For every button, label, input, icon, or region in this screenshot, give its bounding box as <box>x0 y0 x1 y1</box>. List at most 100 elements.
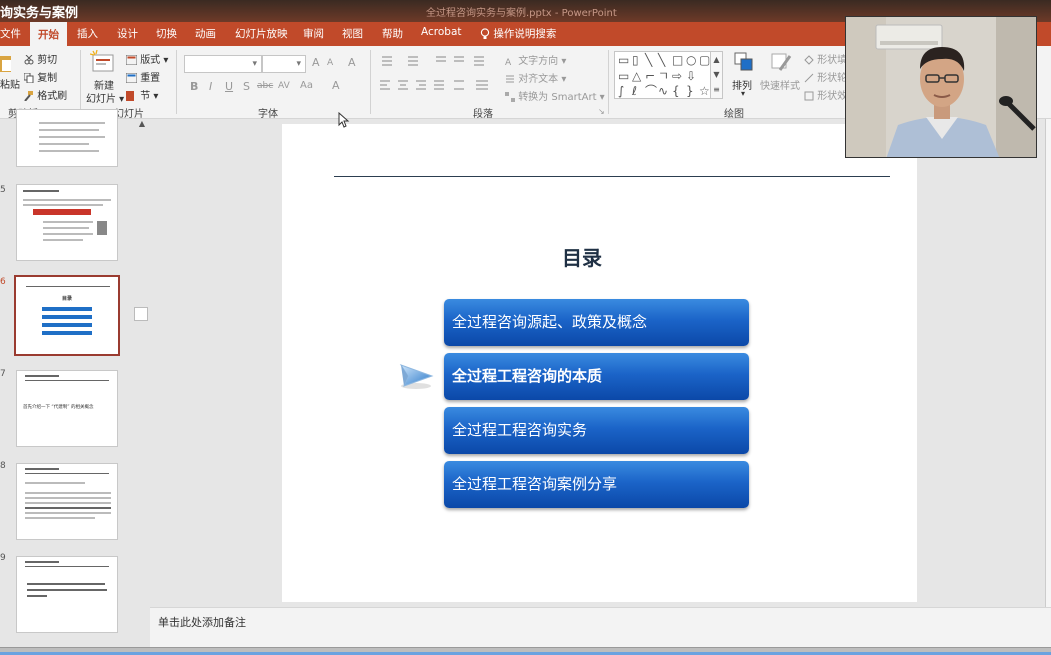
thumb-text: 首先介绍一下 “代建制” 的相关概念 <box>23 405 94 410</box>
font-color-button[interactable]: A <box>332 79 340 92</box>
slide-thumbnail[interactable] <box>16 109 118 167</box>
textbox-shape-icon[interactable]: ▭ <box>618 54 629 66</box>
tab-view[interactable]: 视图 <box>342 26 363 41</box>
toc-item-1[interactable]: 全过程咨询源起、政策及概念 <box>444 299 749 346</box>
thumb-text-line <box>25 517 95 519</box>
scroll-thumb[interactable] <box>134 307 148 321</box>
elbow-shape-icon[interactable]: ㄱ <box>658 70 669 82</box>
slide-thumbnail-active[interactable]: 目录 <box>14 275 120 356</box>
line2-shape-icon[interactable]: ╲ <box>658 54 665 66</box>
bold-button[interactable]: B <box>190 80 198 93</box>
shapes-gallery[interactable]: ▭ ▯ ╲ ╲ □ ○ ▢ ▭ △ ⌐ ㄱ ⇨ ⇩ ∫ ℓ ⌒ ∿ { } ☆ <box>614 51 714 99</box>
current-slide[interactable]: 目录 全过程咨询源起、政策及概念 全过程工程咨询的本质 全过程工程咨询实务 全过… <box>282 124 917 602</box>
brace-right-shape-icon[interactable]: } <box>686 85 694 97</box>
paste-button[interactable]: 粘贴 <box>0 76 20 91</box>
curve-shape-icon[interactable]: ∫ <box>618 85 624 97</box>
paragraph-launcher-icon[interactable]: ↘ <box>598 107 605 116</box>
format-painter-button[interactable]: 格式刷 <box>24 87 67 102</box>
cut-label: 剪切 <box>37 55 58 66</box>
shrink-font-button[interactable]: A <box>327 58 333 68</box>
arc-shape-icon[interactable]: ⌒ <box>645 85 657 97</box>
brush-icon <box>24 91 33 101</box>
tab-slideshow[interactable]: 幻灯片放映 <box>235 26 288 41</box>
cut-button[interactable]: 剪切 <box>24 51 57 66</box>
font-size-dropdown[interactable]: ▾ <box>262 55 306 73</box>
shadow-button[interactable]: S <box>243 80 250 93</box>
tab-transitions[interactable]: 切换 <box>156 26 177 41</box>
underline-button[interactable]: U <box>225 80 233 93</box>
slide-thumbnail[interactable] <box>16 556 118 633</box>
tell-me-search[interactable]: 操作说明搜索 <box>480 26 556 41</box>
arrow-down-shape-icon[interactable]: ⇩ <box>686 70 696 82</box>
shape-fill-button[interactable]: 形状填 <box>804 51 847 66</box>
tab-animations[interactable]: 动画 <box>195 26 216 41</box>
reset-button[interactable]: 重置 <box>126 69 160 84</box>
tab-review[interactable]: 审阅 <box>303 26 324 41</box>
vertical-textbox-shape-icon[interactable]: ▯ <box>632 54 639 66</box>
rounded-rect-shape-icon[interactable]: ▢ <box>699 54 710 66</box>
thumb-text-line <box>39 129 99 131</box>
star-shape-icon[interactable]: ☆ <box>699 85 710 97</box>
quick-styles-button[interactable]: 快速样式 <box>760 77 800 92</box>
tab-insert[interactable]: 插入 <box>77 26 98 41</box>
tab-file[interactable]: 文件 <box>0 26 21 41</box>
arrow-right-shape-icon[interactable]: ⇨ <box>672 70 682 82</box>
presenter-video-image <box>846 17 1036 157</box>
char-spacing-button[interactable]: AV <box>278 81 290 91</box>
tab-acrobat[interactable]: Acrobat <box>421 26 462 38</box>
freeform-shape-icon[interactable]: ℓ <box>632 85 637 97</box>
lightbulb-icon <box>480 28 490 39</box>
slide-thumbnail[interactable] <box>16 184 118 261</box>
list-buttons-icon[interactable] <box>378 54 488 70</box>
triangle-shape-icon[interactable]: △ <box>632 70 641 82</box>
toc-item-4[interactable]: 全过程工程咨询案例分享 <box>444 461 749 508</box>
line-shape-icon[interactable]: ╲ <box>645 54 652 66</box>
wave-shape-icon[interactable]: ∿ <box>658 85 668 97</box>
copy-button[interactable]: 复制 <box>24 69 57 84</box>
shape-outline-button[interactable]: 形状轮 <box>804 69 847 84</box>
thumb-item-bar <box>42 323 92 327</box>
new-slide-label[interactable]: 幻灯片 ▾ <box>86 90 124 105</box>
italic-button[interactable]: I <box>209 80 212 93</box>
toc-item-3[interactable]: 全过程工程咨询实务 <box>444 407 749 454</box>
section-button[interactable]: 节 ▾ <box>126 87 158 102</box>
layout-label: 版式 <box>140 55 161 66</box>
corner-shape-icon[interactable]: ⌐ <box>645 70 655 82</box>
brace-left-shape-icon[interactable]: { <box>672 85 680 97</box>
slide-thumbnail[interactable]: 首先介绍一下 “代建制” 的相关概念 <box>16 370 118 447</box>
smartart-button[interactable]: 转换为 SmartArt ▾ <box>505 88 605 103</box>
rect2-shape-icon[interactable]: ▭ <box>618 70 629 82</box>
strikethrough-button[interactable]: abc <box>257 81 273 91</box>
thumb-item-bar <box>42 331 92 335</box>
scroll-up-icon[interactable]: ▲ <box>136 119 148 131</box>
shape-effects-button[interactable]: 形状效 <box>804 87 847 102</box>
oval-shape-icon[interactable]: ○ <box>686 54 696 66</box>
thumb-item-bar <box>42 307 92 311</box>
tab-design[interactable]: 设计 <box>117 26 138 41</box>
thumb-text-line <box>25 512 111 514</box>
clear-format-button[interactable]: A <box>348 56 356 69</box>
arrange-icon <box>734 52 753 71</box>
layout-button[interactable]: 版式 ▾ <box>126 51 168 66</box>
toc-item-2[interactable]: 全过程工程咨询的本质 <box>444 353 749 400</box>
notes-pane[interactable]: 单击此处添加备注 <box>150 607 1051 647</box>
thumb-text-line <box>25 497 111 499</box>
clipboard-icon <box>0 56 11 72</box>
text-direction-button[interactable]: A 文字方向 ▾ <box>505 52 566 67</box>
tab-help[interactable]: 帮助 <box>382 26 403 41</box>
thumbnail-scrollbar[interactable]: ▲ <box>134 119 148 649</box>
shapes-gallery-scroll[interactable]: ▲ ▼ ≡ <box>710 51 723 99</box>
slide-thumbnail[interactable] <box>16 463 118 540</box>
slide-title[interactable]: 目录 <box>282 242 882 271</box>
mouse-cursor-icon <box>338 112 350 128</box>
font-family-dropdown[interactable]: ▾ <box>184 55 262 73</box>
thumb-image <box>33 209 91 215</box>
notes-placeholder[interactable]: 单击此处添加备注 <box>158 614 246 630</box>
align-text-button[interactable]: 对齐文本 ▾ <box>505 70 566 85</box>
tab-home[interactable]: 开始 <box>30 22 67 46</box>
thumb-text-line <box>43 227 89 229</box>
change-case-button[interactable]: Aa <box>300 80 313 91</box>
rectangle-shape-icon[interactable]: □ <box>672 54 683 66</box>
grow-font-button[interactable]: A <box>312 56 320 69</box>
alignment-buttons-icon[interactable] <box>378 79 498 93</box>
